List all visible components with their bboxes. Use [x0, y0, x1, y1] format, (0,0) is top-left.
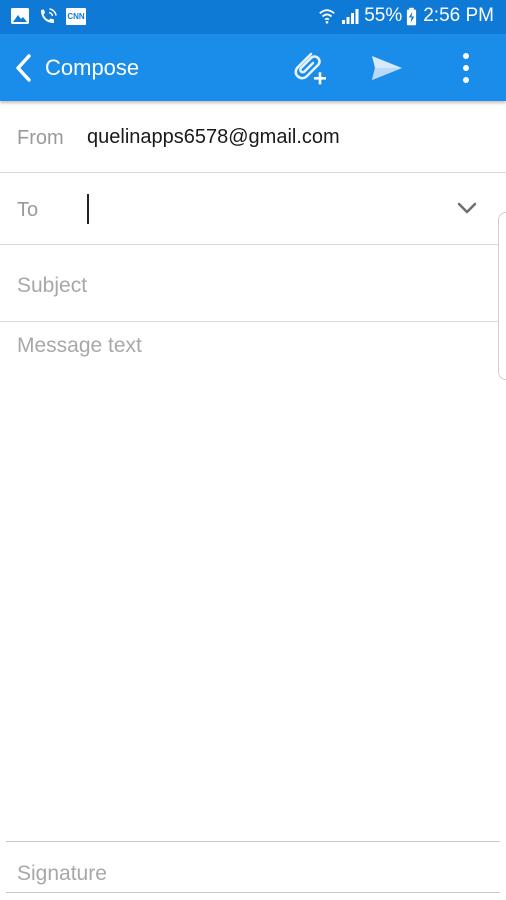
battery-percent: 55% [364, 5, 403, 26]
attach-add-icon[interactable] [288, 48, 330, 88]
message-text-input[interactable] [17, 334, 487, 824]
more-vert-icon[interactable] [455, 50, 477, 86]
app-bar: Compose [0, 34, 506, 101]
from-row: From quelinapps6578@gmail.com [0, 101, 506, 173]
chevron-down-icon[interactable] [456, 199, 478, 217]
send-icon[interactable] [370, 52, 404, 84]
status-bar: CNN 55% 2:56 PM [0, 0, 506, 34]
status-left-icons: CNN [10, 7, 86, 25]
status-time: 2:56 PM [423, 5, 494, 26]
to-input[interactable] [87, 191, 437, 227]
side-panel-handle[interactable] [498, 212, 506, 380]
to-label: To [17, 199, 39, 221]
signature-underline [6, 892, 500, 893]
text-cursor [87, 194, 89, 224]
subject-input[interactable] [17, 269, 487, 303]
subject-row [0, 245, 506, 322]
from-address[interactable]: quelinapps6578@gmail.com [87, 126, 340, 149]
cnn-icon: CNN [66, 7, 86, 25]
signature-input[interactable] [17, 858, 487, 890]
signature-divider [6, 841, 500, 842]
image-icon [11, 8, 29, 24]
cnn-label: CNN [67, 11, 85, 21]
wifi-calling-icon [41, 8, 57, 23]
page-title: Compose [45, 55, 140, 80]
to-row: To [0, 173, 506, 245]
chevron-left-icon[interactable] [12, 52, 36, 84]
status-right: 55% 2:56 PM [318, 5, 494, 27]
battery-charging-icon [407, 7, 417, 25]
signal-icon [342, 9, 359, 24]
wifi-icon [319, 9, 335, 24]
from-label: From [17, 127, 64, 149]
